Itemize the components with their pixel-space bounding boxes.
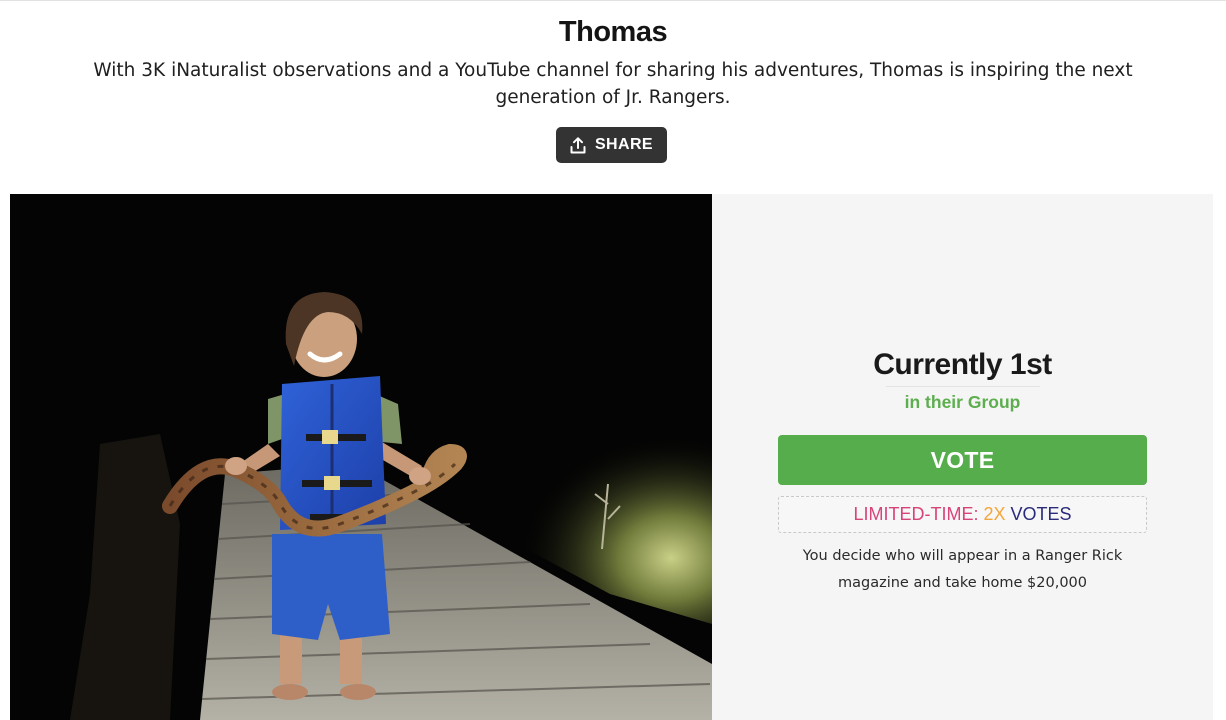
double-votes-promo[interactable]: LIMITED-TIME: 2X VOTES bbox=[778, 496, 1147, 533]
share-label: SHARE bbox=[594, 136, 653, 153]
vote-button[interactable]: VOTE bbox=[778, 435, 1147, 485]
contestant-description: With 3K iNaturalist observations and a Y… bbox=[93, 60, 1133, 108]
voting-panel: Currently 1st in their Group VOTE LIMITE… bbox=[712, 194, 1213, 720]
contestant-photo bbox=[10, 194, 712, 720]
prize-description: You decide who will appear in a Ranger R… bbox=[802, 548, 1123, 591]
share-upload-icon bbox=[570, 136, 586, 154]
rank-divider bbox=[886, 386, 1040, 387]
promo-multiplier: 2X bbox=[983, 504, 1011, 524]
promo-votes: VOTES bbox=[1010, 504, 1072, 524]
contestant-name: Thomas bbox=[558, 16, 668, 48]
share-button[interactable]: SHARE bbox=[556, 127, 667, 163]
profile-header: Thomas With 3K iNaturalist observations … bbox=[0, 0, 1226, 111]
rank-group-label: in their Group bbox=[904, 392, 1021, 412]
promo-limited-time: LIMITED-TIME: bbox=[853, 504, 984, 524]
current-rank: Currently 1st bbox=[873, 348, 1052, 381]
